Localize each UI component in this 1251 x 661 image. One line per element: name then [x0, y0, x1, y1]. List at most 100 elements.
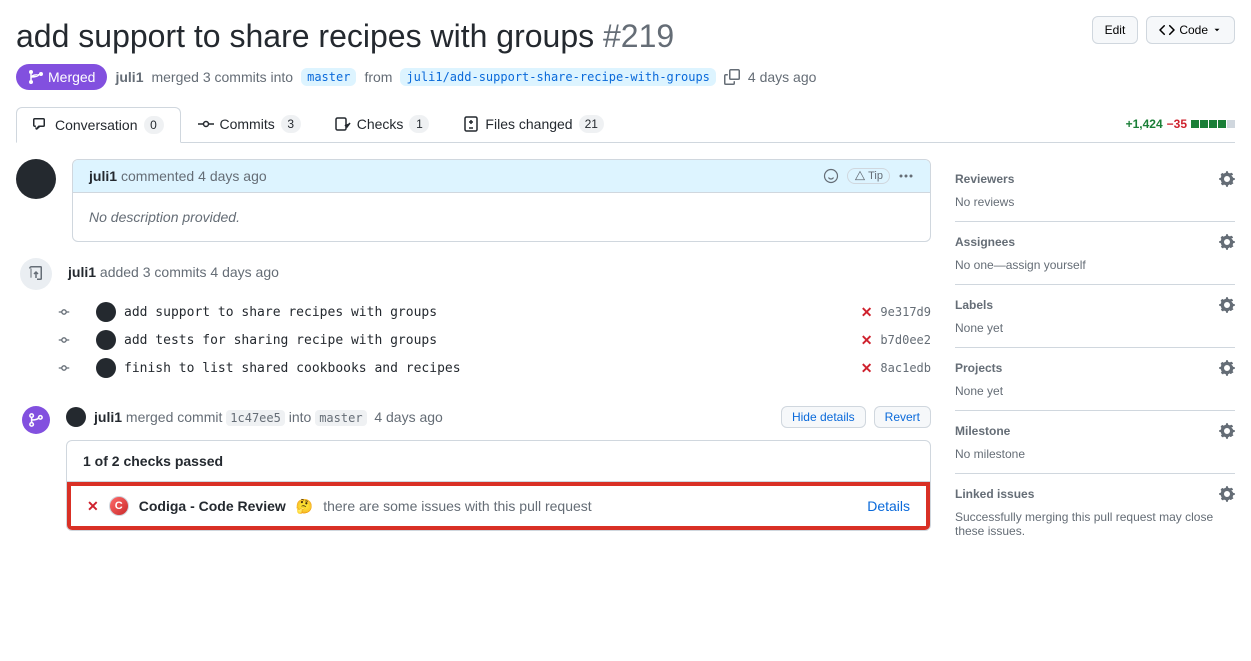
check-message: there are some issues with this pull req… [323, 498, 591, 514]
meta-merged-text: merged 3 commits into [151, 69, 293, 85]
git-merge-icon [29, 413, 43, 427]
comment-discussion-icon [33, 117, 49, 133]
sidebar-reviewers-title: Reviewers [955, 172, 1014, 186]
tab-files-count: 21 [579, 115, 604, 133]
comment-time[interactable]: 4 days ago [198, 168, 267, 184]
x-icon: ✕ [87, 498, 99, 515]
sidebar-linked-title: Linked issues [955, 487, 1034, 501]
checklist-icon [335, 116, 351, 132]
gear-icon[interactable] [1219, 171, 1235, 187]
x-icon[interactable]: ✕ [861, 304, 873, 321]
edit-button[interactable]: Edit [1092, 16, 1139, 44]
sidebar-projects-title: Projects [955, 361, 1002, 375]
thinking-face-icon: 🤔 [296, 498, 313, 515]
diff-deletions: −35 [1167, 117, 1187, 131]
sidebar-assignees-title: Assignees [955, 235, 1015, 249]
code-button-label: Code [1179, 23, 1208, 37]
tab-checks-label: Checks [357, 116, 404, 132]
kebab-icon[interactable] [898, 168, 914, 184]
merge-into: into [289, 409, 315, 425]
comment-box: juli1 commented 4 days ago Tip No descri… [72, 159, 931, 242]
sidebar-milestone-title: Milestone [955, 424, 1010, 438]
tab-conversation[interactable]: Conversation 0 [16, 107, 181, 143]
gear-icon[interactable] [1219, 297, 1235, 313]
sidebar-assignees-value[interactable]: No one—assign yourself [955, 258, 1235, 272]
tab-checks[interactable]: Checks 1 [318, 106, 447, 142]
x-icon[interactable]: ✕ [861, 360, 873, 377]
diff-blocks [1191, 120, 1235, 128]
tip-badge[interactable]: Tip [847, 168, 890, 184]
codiga-icon: C [109, 496, 129, 516]
pr-title: add support to share recipes with groups… [16, 16, 674, 56]
avatar[interactable] [16, 159, 56, 199]
diffstat: +1,424 −35 [1126, 117, 1235, 131]
check-name: Codiga - Code Review [139, 498, 286, 514]
commit-message[interactable]: finish to list shared cookbooks and reci… [124, 361, 853, 376]
merge-time[interactable]: 4 days ago [374, 409, 443, 425]
commit-dot-icon [56, 304, 72, 320]
gear-icon[interactable] [1219, 234, 1235, 250]
comment-author[interactable]: juli1 [89, 168, 117, 184]
commit-row: add support to share recipes with groups… [56, 298, 931, 326]
commit-message[interactable]: add support to share recipes with groups [124, 305, 853, 320]
comment-body: No description provided. [73, 193, 930, 241]
tab-conversation-count: 0 [144, 116, 164, 134]
tab-commits[interactable]: Commits 3 [181, 106, 318, 142]
code-button[interactable]: Code [1146, 16, 1235, 44]
gear-icon[interactable] [1219, 423, 1235, 439]
comment-action: commented [121, 168, 194, 184]
sidebar-labels-title: Labels [955, 298, 993, 312]
check-details-link[interactable]: Details [867, 498, 910, 514]
file-diff-icon [463, 116, 479, 132]
pr-timestamp: 4 days ago [748, 69, 817, 85]
tab-conversation-label: Conversation [55, 117, 138, 133]
avatar-small[interactable] [96, 302, 116, 322]
hide-details-button[interactable]: Hide details [781, 406, 866, 428]
commits-author[interactable]: juli1 [68, 264, 96, 280]
avatar-small[interactable] [96, 330, 116, 350]
tab-checks-count: 1 [409, 115, 429, 133]
revert-button[interactable]: Revert [874, 406, 931, 428]
commit-sha[interactable]: b7d0ee2 [880, 333, 931, 347]
checks-summary: 1 of 2 checks passed [67, 441, 930, 482]
base-branch[interactable]: master [301, 68, 356, 86]
merge-sha[interactable]: 1c47ee5 [226, 410, 285, 426]
tab-files-label: Files changed [485, 116, 572, 132]
pr-title-text: add support to share recipes with groups [16, 18, 594, 54]
state-badge-merged: Merged [16, 64, 107, 90]
diff-additions: +1,424 [1126, 117, 1163, 131]
pr-author[interactable]: juli1 [115, 69, 143, 85]
code-icon [1159, 22, 1175, 38]
gear-icon[interactable] [1219, 486, 1235, 502]
commit-push-marker [20, 258, 52, 290]
pr-tabs: Conversation 0 Commits 3 Checks 1 Files … [16, 106, 1235, 143]
commit-row: add tests for sharing recipe with groups… [56, 326, 931, 354]
sidebar-reviewers-value: No reviews [955, 195, 1235, 209]
commits-time[interactable]: 4 days ago [210, 264, 279, 280]
repo-push-icon [28, 266, 44, 282]
commit-row: finish to list shared cookbooks and reci… [56, 354, 931, 382]
sidebar-projects-value: None yet [955, 384, 1235, 398]
smiley-icon[interactable] [823, 168, 839, 184]
x-icon[interactable]: ✕ [861, 332, 873, 349]
merge-branch[interactable]: master [315, 410, 366, 426]
sidebar-linked-value: Successfully merging this pull request m… [955, 510, 1235, 538]
meta-from-text: from [364, 69, 392, 85]
tip-label: Tip [868, 170, 883, 182]
copy-icon[interactable] [724, 69, 740, 85]
merge-author[interactable]: juli1 [94, 409, 122, 425]
avatar-small[interactable] [66, 407, 86, 427]
avatar-small[interactable] [96, 358, 116, 378]
pr-meta: Merged juli1 merged 3 commits into maste… [16, 64, 1235, 90]
gear-icon[interactable] [1219, 360, 1235, 376]
git-commit-icon [198, 116, 214, 132]
head-branch[interactable]: juli1/add-support-share-recipe-with-grou… [400, 68, 715, 86]
commit-dot-icon [56, 360, 72, 376]
commit-sha[interactable]: 8ac1edb [880, 361, 931, 375]
commit-message[interactable]: add tests for sharing recipe with groups [124, 333, 853, 348]
tab-files[interactable]: Files changed 21 [446, 106, 621, 142]
pr-number: #219 [603, 18, 674, 54]
merge-icon [28, 69, 44, 85]
commit-sha[interactable]: 9e317d9 [880, 305, 931, 319]
caret-down-icon [1212, 25, 1222, 35]
